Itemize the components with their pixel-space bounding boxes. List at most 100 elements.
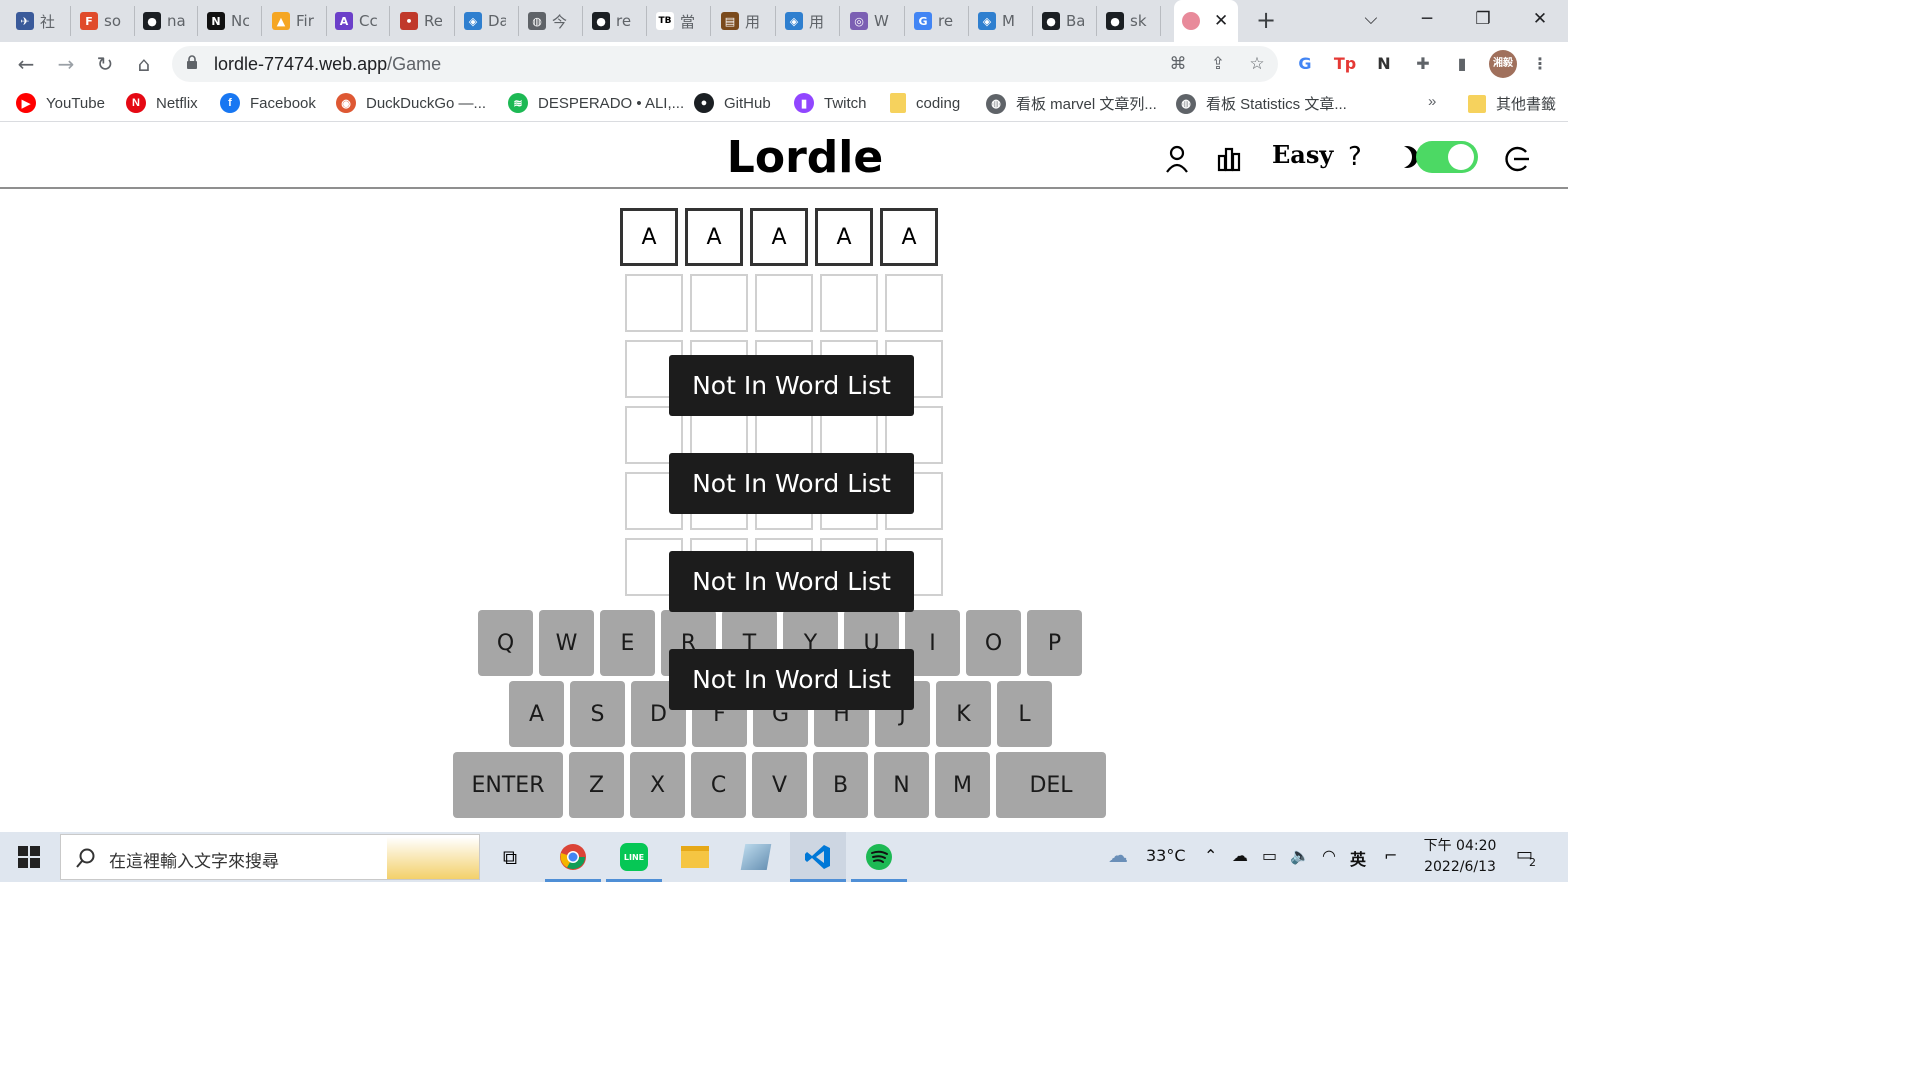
browser-tab[interactable]: ◈ 用: [777, 6, 840, 36]
letter-key[interactable]: M: [935, 752, 990, 818]
lock-icon[interactable]: [186, 55, 198, 69]
taskbar-search-box[interactable]: 在這裡輸入文字來搜尋: [60, 834, 480, 880]
ime-mode-icon[interactable]: ⌐: [1384, 846, 1397, 865]
address-bar[interactable]: lordle-77474.web.app/Game ⌘ ⇪ ☆: [172, 46, 1278, 82]
tray-overflow-icon[interactable]: ⌃: [1204, 846, 1217, 865]
letter-key[interactable]: X: [630, 752, 685, 818]
chrome-taskbar-icon[interactable]: [545, 832, 601, 882]
weather-icon[interactable]: ☁: [1108, 843, 1128, 867]
browser-tab[interactable]: Fso: [72, 6, 135, 36]
letter-key[interactable]: B: [813, 752, 868, 818]
letter-key[interactable]: W: [539, 610, 594, 676]
tp-extension-icon[interactable]: Tp: [1333, 52, 1357, 76]
browser-tab[interactable]: TB 當: [648, 6, 711, 36]
letter-key[interactable]: S: [570, 681, 625, 747]
line-taskbar-icon[interactable]: LINE: [606, 832, 662, 882]
bookmark-item[interactable]: ● GitHub: [694, 93, 771, 113]
browser-tab[interactable]: ▲ Fir: [264, 6, 327, 36]
browser-tab[interactable]: ● sk: [1098, 6, 1161, 36]
bookmark-item[interactable]: coding: [890, 93, 960, 113]
browser-tab[interactable]: ◍ 今: [520, 6, 583, 36]
minimize-button[interactable]: ─: [1399, 0, 1455, 38]
letter-key[interactable]: K: [936, 681, 991, 747]
bookmark-item[interactable]: N Netflix: [126, 93, 198, 113]
home-icon[interactable]: ⌂: [130, 50, 158, 78]
dark-mode-toggle[interactable]: [1416, 141, 1478, 173]
forward-icon[interactable]: →: [52, 50, 80, 78]
side-panel-icon[interactable]: ▮: [1450, 52, 1474, 76]
back-icon[interactable]: ←: [12, 50, 40, 78]
taskbar-clock[interactable]: 下午 04:20 2022/6/13: [1412, 836, 1508, 878]
start-button[interactable]: [0, 832, 58, 882]
bookmark-star-icon[interactable]: ☆: [1245, 54, 1269, 76]
restore-button[interactable]: ❐: [1455, 0, 1511, 38]
reload-icon[interactable]: ↻: [91, 50, 119, 78]
tab-favicon-icon: TB: [656, 12, 674, 30]
bookmark-item[interactable]: ▮ Twitch: [794, 93, 867, 113]
bookmark-favicon-icon: ▮: [794, 93, 814, 113]
letter-key[interactable]: C: [691, 752, 746, 818]
letter-key[interactable]: P: [1027, 610, 1082, 676]
browser-tab[interactable]: ● re: [584, 6, 647, 36]
letter-key[interactable]: N: [874, 752, 929, 818]
browser-tab[interactable]: ● Ba: [1034, 6, 1097, 36]
bookmark-item[interactable]: f Facebook: [220, 93, 316, 113]
google-translate-extension-icon[interactable]: G: [1293, 52, 1317, 76]
task-view-icon[interactable]: ⧉: [490, 832, 530, 882]
letter-key[interactable]: Q: [478, 610, 533, 676]
spotify-taskbar-icon[interactable]: [851, 832, 907, 882]
battery-icon[interactable]: ▭: [1262, 846, 1277, 865]
delete-key[interactable]: DEL: [996, 752, 1106, 818]
extensions-puzzle-icon[interactable]: ✚: [1411, 52, 1435, 76]
tab-search-icon[interactable]: ⌵: [1343, 0, 1399, 38]
bookmark-item[interactable]: ◍ 看板 Statistics 文章...: [1176, 93, 1347, 114]
browser-tab[interactable]: ◎ W: [842, 6, 905, 36]
notes-taskbar-icon[interactable]: [728, 832, 784, 882]
browser-tab[interactable]: ◈ Da: [456, 6, 519, 36]
volume-icon[interactable]: 🔈: [1290, 846, 1310, 865]
browser-tab[interactable]: N Nc: [199, 6, 262, 36]
share-icon[interactable]: ⇪: [1206, 54, 1230, 76]
file-explorer-taskbar-icon[interactable]: [667, 832, 723, 882]
browser-menu-icon[interactable]: ⋮: [1528, 52, 1552, 76]
other-bookmarks-folder[interactable]: 其他書籤: [1468, 93, 1556, 114]
help-button[interactable]: ?: [1348, 142, 1362, 172]
url-text[interactable]: lordle-77474.web.app/Game: [214, 54, 441, 75]
onedrive-icon[interactable]: ☁: [1232, 846, 1248, 865]
profile-avatar[interactable]: 湘毅: [1489, 50, 1517, 78]
difficulty-mode-button[interactable]: Easy: [1272, 140, 1333, 169]
browser-tab[interactable]: ◈ M: [970, 6, 1033, 36]
browser-tab[interactable]: ✈ 社: [8, 6, 71, 36]
browser-tab[interactable]: Gre: [906, 6, 969, 36]
close-tab-icon[interactable]: ✕: [1214, 11, 1228, 31]
bookmarks-overflow-button[interactable]: »: [1428, 93, 1436, 110]
bookmark-item[interactable]: ▶ YouTube: [16, 93, 105, 113]
wifi-icon[interactable]: ◠: [1322, 846, 1336, 865]
browser-tab[interactable]: • Re: [392, 6, 455, 36]
window-close-button[interactable]: ✕: [1512, 0, 1568, 38]
active-browser-tab[interactable]: ✕: [1174, 0, 1238, 42]
letter-key[interactable]: E: [600, 610, 655, 676]
letter-key[interactable]: V: [752, 752, 807, 818]
browser-tab[interactable]: ● na: [135, 6, 198, 36]
enter-key[interactable]: ENTER: [453, 752, 563, 818]
bookmark-item[interactable]: ◉ DuckDuckGo —...: [336, 93, 486, 113]
user-icon[interactable]: [1160, 142, 1194, 176]
bookmark-item[interactable]: ≋ DESPERADO • ALI,...: [508, 93, 684, 113]
logout-icon[interactable]: [1500, 142, 1534, 176]
browser-tab[interactable]: ▤ 用: [713, 6, 776, 36]
notification-center-icon[interactable]: ▭2: [1516, 844, 1540, 869]
vscode-taskbar-icon[interactable]: [790, 832, 846, 882]
bookmark-item[interactable]: ◍ 看板 marvel 文章列...: [986, 93, 1157, 114]
stats-icon[interactable]: [1212, 142, 1246, 176]
letter-key[interactable]: L: [997, 681, 1052, 747]
new-tab-button[interactable]: +: [1252, 6, 1280, 36]
ime-indicator[interactable]: 英: [1350, 846, 1366, 870]
translate-icon[interactable]: ⌘: [1166, 54, 1190, 76]
letter-key[interactable]: Z: [569, 752, 624, 818]
browser-tab[interactable]: A Cc: [327, 6, 390, 36]
letter-key[interactable]: O: [966, 610, 1021, 676]
letter-key[interactable]: A: [509, 681, 564, 747]
weather-temperature[interactable]: 33°C: [1146, 846, 1186, 865]
n-extension-icon[interactable]: N: [1372, 52, 1396, 76]
